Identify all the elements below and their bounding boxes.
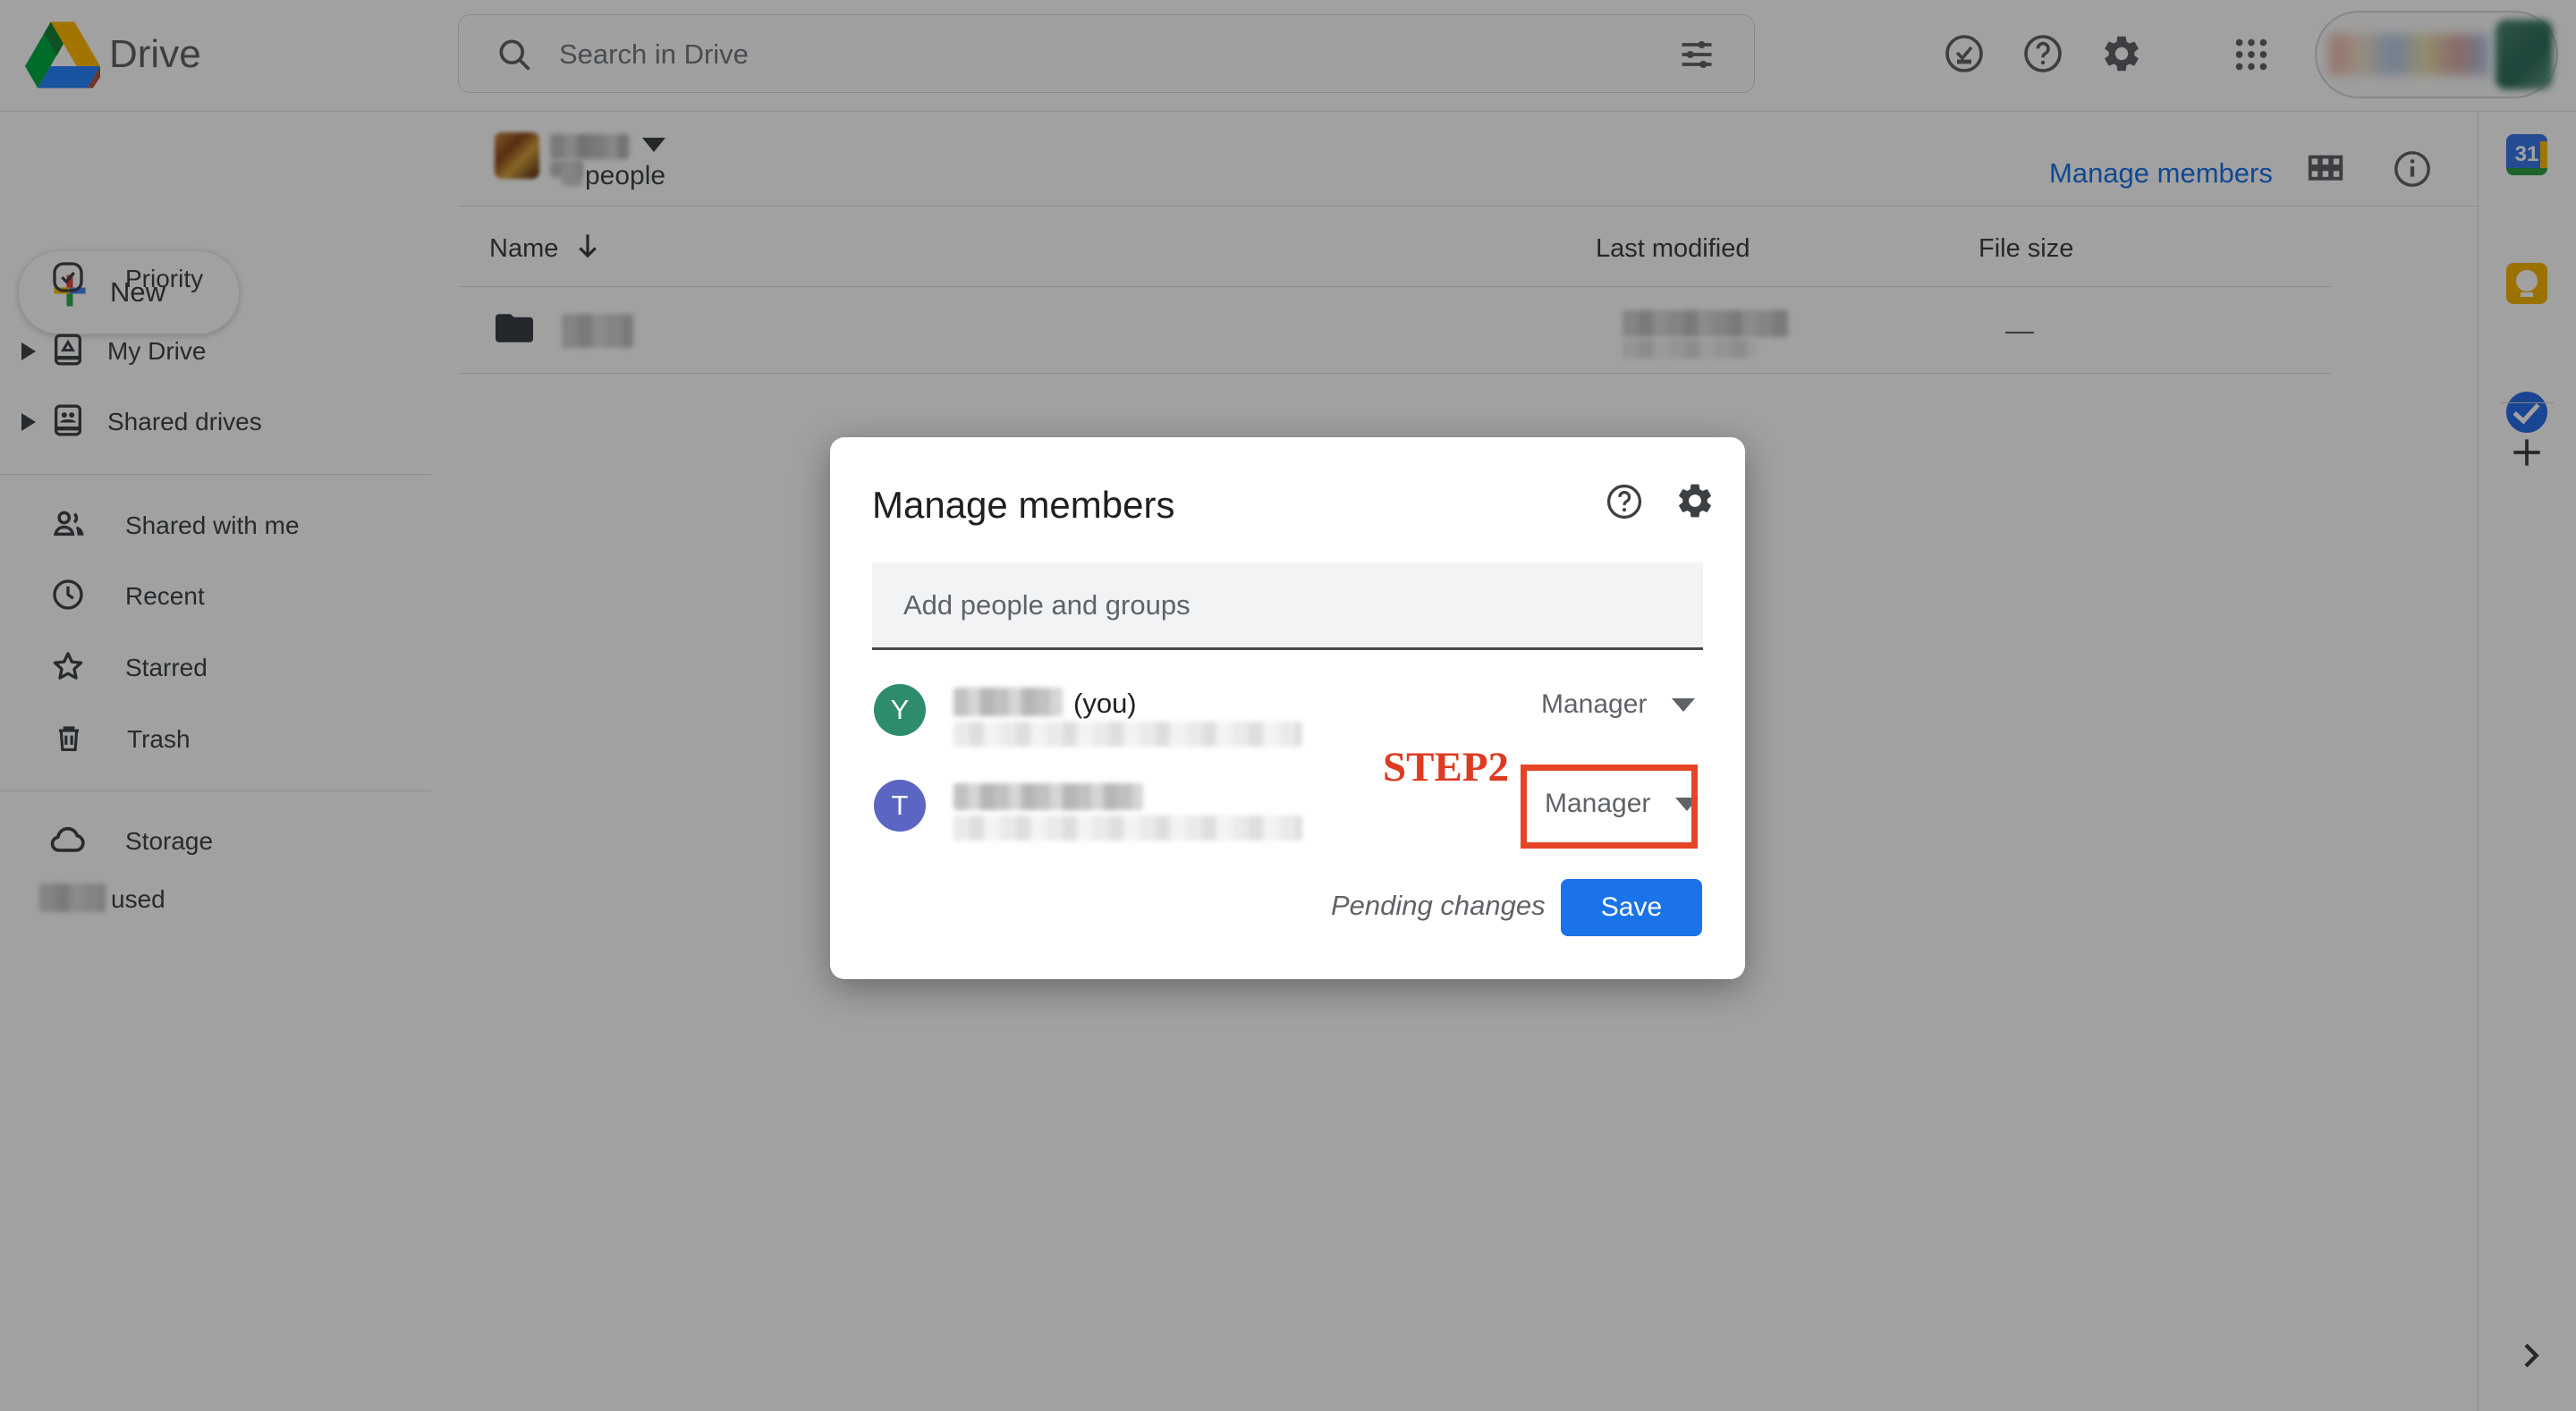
pending-changes-text: Pending changes (1331, 890, 1546, 922)
step2-annotation: STEP2 (1383, 743, 1509, 791)
avatar-letter: T (892, 790, 909, 822)
member-avatar: T (874, 780, 926, 832)
dialog-title: Manage members (872, 484, 1174, 527)
manage-members-dialog: Manage members Y (you) Manager (830, 437, 1745, 979)
member-name-redacted (953, 688, 1063, 716)
member-email-redacted (953, 722, 1302, 747)
role-value: Manager (1541, 689, 1647, 720)
member-email-redacted (953, 815, 1302, 841)
google-drive-app: Drive Search in Drive (0, 0, 2576, 1411)
add-people-input[interactable] (872, 562, 1703, 650)
dialog-settings-gear-icon[interactable] (1674, 480, 1716, 526)
save-button[interactable]: Save (1561, 879, 1702, 936)
member-row: Y (you) Manager (830, 672, 1745, 765)
member-you-label: (you) (1073, 688, 1137, 720)
dropdown-caret-icon (1672, 698, 1695, 712)
avatar-letter: Y (891, 694, 910, 726)
role-dropdown[interactable]: Manager (1541, 689, 1695, 720)
dialog-help-icon[interactable] (1605, 482, 1644, 526)
step2-highlight-box (1521, 765, 1698, 849)
member-avatar: Y (874, 684, 926, 736)
member-name-redacted (953, 783, 1143, 810)
